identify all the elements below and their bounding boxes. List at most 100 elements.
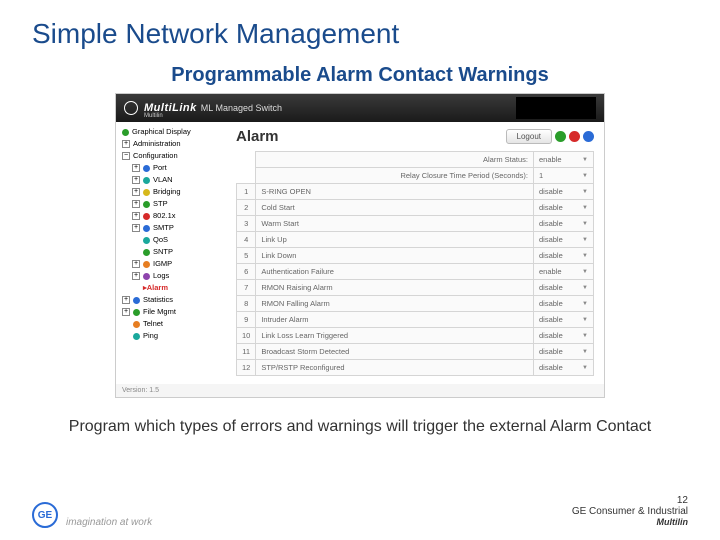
bullet-icon: [133, 333, 140, 340]
tree-stp[interactable]: +STP: [122, 198, 222, 210]
bullet-icon: [143, 261, 150, 268]
alarm-value-select[interactable]: enable▼: [534, 264, 594, 280]
page-number: 12: [572, 495, 688, 506]
select-value: enable: [539, 267, 562, 276]
chevron-down-icon: ▼: [582, 349, 588, 355]
alarm-name: Broadcast Storm Detected: [256, 344, 534, 360]
expand-icon[interactable]: +: [122, 140, 130, 148]
select-value: disable: [539, 187, 563, 196]
chevron-down-icon: ▼: [582, 333, 588, 339]
chevron-down-icon: ▼: [582, 301, 588, 307]
tree-stats[interactable]: +Statistics: [122, 294, 222, 306]
bullet-icon: [122, 129, 129, 136]
row-num: 3: [237, 216, 256, 232]
alarm-value-select[interactable]: disable ▼: [534, 312, 594, 328]
chevron-down-icon: ▼: [582, 157, 588, 163]
tree-sntp[interactable]: SNTP: [122, 246, 222, 258]
alarm-name: Warm Start: [256, 216, 534, 232]
tree-label: Alarm: [147, 282, 168, 294]
relay-period-label: Relay Closure Time Period (Seconds):: [256, 168, 534, 184]
table-row: 2Cold Startdisable▼: [237, 200, 594, 216]
tree-smtp[interactable]: +SMTP: [122, 222, 222, 234]
expand-icon[interactable]: +: [132, 272, 140, 280]
tree-graphical[interactable]: Graphical Display: [122, 126, 222, 138]
row-num: 1: [237, 184, 256, 200]
tree-8021x[interactable]: +802.1x: [122, 210, 222, 222]
collapse-icon[interactable]: −: [122, 152, 130, 160]
select-value: disable: [539, 347, 563, 356]
expand-icon[interactable]: +: [132, 176, 140, 184]
tree-admin[interactable]: +Administration: [122, 138, 222, 150]
alarm-value-select[interactable]: disable▼: [534, 232, 594, 248]
select-value: disable: [539, 331, 563, 340]
tree-telnet[interactable]: Telnet: [122, 318, 222, 330]
slide-title: Simple Network Management: [0, 0, 720, 50]
tree-vlan[interactable]: +VLAN: [122, 174, 222, 186]
tree-port[interactable]: +Port: [122, 162, 222, 174]
chevron-down-icon: ▼: [582, 173, 588, 179]
tree-label: Configuration: [133, 150, 178, 162]
slide-caption: Program which types of errors and warnin…: [60, 416, 660, 438]
alarm-value-select[interactable]: disable ▼: [534, 328, 594, 344]
tree-label: File Mgmt: [143, 306, 176, 318]
alarm-status-select[interactable]: enable▼: [534, 152, 594, 168]
select-value: disable: [539, 219, 563, 228]
expand-icon[interactable]: +: [122, 308, 130, 316]
table-row: 11Broadcast Storm Detecteddisable▼: [237, 344, 594, 360]
logout-button[interactable]: Logout: [506, 129, 552, 144]
expand-icon[interactable]: +: [132, 224, 140, 232]
tree-alarm[interactable]: ▸ Alarm: [122, 282, 222, 294]
footer-tagline: imagination at work: [66, 517, 152, 528]
row-num: 10: [237, 328, 256, 344]
alarm-value-select[interactable]: disable▼: [534, 280, 594, 296]
alarm-value-select[interactable]: disable▼: [534, 360, 594, 376]
alarm-name: Link Up: [256, 232, 534, 248]
select-value: disable: [539, 251, 563, 260]
expand-icon[interactable]: +: [132, 200, 140, 208]
expand-icon[interactable]: +: [132, 212, 140, 220]
tree-qos[interactable]: QoS: [122, 234, 222, 246]
footer-org: GE Consumer & Industrial: [572, 506, 688, 517]
alarm-name: Link Down: [256, 248, 534, 264]
status-red-icon[interactable]: [569, 131, 580, 142]
status-green-icon[interactable]: [555, 131, 566, 142]
chevron-down-icon: ▼: [582, 365, 588, 371]
table-row: 12STP/RSTP Reconfigureddisable▼: [237, 360, 594, 376]
bullet-icon: [143, 213, 150, 220]
version-label: Version: 1.5: [116, 384, 604, 397]
bullet-icon: [133, 321, 140, 328]
expand-icon[interactable]: +: [132, 188, 140, 196]
chevron-down-icon: ▼: [582, 285, 588, 291]
expand-icon[interactable]: +: [132, 260, 140, 268]
alarm-value-select[interactable]: disable▼: [534, 216, 594, 232]
tree-label: Graphical Display: [132, 126, 191, 138]
chevron-down-icon: ▼: [582, 317, 588, 323]
tree-ping[interactable]: Ping: [122, 330, 222, 342]
relay-period-select[interactable]: 1▼: [534, 168, 594, 184]
chevron-down-icon: ▼: [582, 189, 588, 195]
alarm-value-select[interactable]: disable ▼: [534, 248, 594, 264]
tree-filemgmt[interactable]: + File Mgmt: [122, 306, 222, 318]
page-title: Alarm: [236, 128, 279, 145]
alarm-value-select[interactable]: disable ▼: [534, 344, 594, 360]
expand-icon[interactable]: +: [132, 164, 140, 172]
tree-igmp[interactable]: +IGMP: [122, 258, 222, 270]
app-screenshot: MultiLink ML Managed Switch Multilin Gra…: [115, 93, 605, 398]
alarm-name: RMON Raising Alarm: [256, 280, 534, 296]
table-row: 8RMON Falling Alarmdisable▼: [237, 296, 594, 312]
alarm-name: Link Loss Learn Triggered: [256, 328, 534, 344]
bullet-icon: [143, 237, 150, 244]
table-row: 9Intruder Alarmdisable▼: [237, 312, 594, 328]
select-value: disable: [539, 315, 563, 324]
tree-config[interactable]: −Configuration: [122, 150, 222, 162]
chevron-down-icon: ▼: [582, 253, 588, 259]
alarm-value-select[interactable]: disable▼: [534, 200, 594, 216]
expand-icon[interactable]: +: [122, 296, 130, 304]
alarm-value-select[interactable]: disable▼: [534, 296, 594, 312]
tree-bridging[interactable]: +Bridging: [122, 186, 222, 198]
alarm-value-select[interactable]: disable ▼: [534, 184, 594, 200]
status-blue-icon[interactable]: [583, 131, 594, 142]
tree-logs[interactable]: +Logs: [122, 270, 222, 282]
banner-product: ML Managed Switch: [201, 103, 282, 113]
table-row: 1S-RING OPENdisable▼: [237, 184, 594, 200]
